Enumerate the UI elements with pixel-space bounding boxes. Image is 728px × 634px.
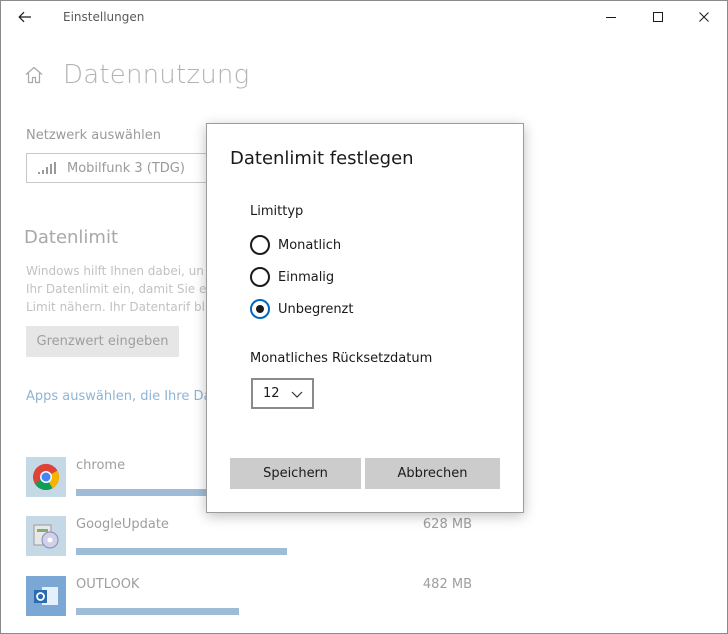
app-title: Einstellungen — [63, 10, 145, 24]
minimize-button[interactable] — [588, 1, 634, 33]
outlook-icon — [34, 587, 58, 605]
description-line: Windows hilft Ihnen dabei, un — [26, 264, 204, 278]
maximize-icon — [653, 12, 663, 22]
page-title: Datennutzung — [63, 60, 250, 90]
app-row-googleupdate[interactable]: GoogleUpdate 628 MB — [26, 516, 486, 566]
arrow-left-icon — [18, 11, 31, 23]
app-icon-tile — [26, 457, 66, 497]
set-data-limit-dialog: Datenlimit festlegen Limittyp Monatlich … — [206, 123, 524, 513]
radio-onetime[interactable]: Einmalig — [250, 266, 334, 288]
app-name: chrome — [76, 458, 126, 473]
back-button[interactable] — [9, 5, 41, 29]
signal-bars-icon — [38, 162, 56, 174]
maximize-button[interactable] — [635, 1, 681, 33]
dialog-title: Datenlimit festlegen — [230, 148, 414, 169]
app-row-outlook[interactable]: OUTLOOK 482 MB — [26, 576, 486, 626]
cancel-button[interactable]: Abbrechen — [365, 458, 500, 489]
reset-date-label: Monatliches Rücksetzdatum — [250, 351, 433, 366]
select-apps-link[interactable]: Apps auswählen, die Ihre Dat — [26, 389, 209, 404]
save-button[interactable]: Speichern — [230, 458, 361, 489]
radio-label: Einmalig — [278, 269, 335, 285]
chevron-down-icon — [291, 391, 303, 398]
enter-limit-button[interactable]: Grenzwert eingeben — [26, 326, 179, 357]
close-icon — [699, 12, 709, 22]
close-button[interactable] — [681, 1, 727, 33]
network-select[interactable]: Mobilfunk 3 (TDG) — [26, 153, 216, 183]
network-label: Netzwerk auswählen — [26, 128, 161, 143]
title-bar: Einstellungen — [1, 1, 727, 33]
app-name: GoogleUpdate — [76, 517, 169, 532]
radio-label: Unbegrenzt — [278, 301, 354, 317]
network-select-value: Mobilfunk 3 (TDG) — [67, 160, 185, 176]
radio-circle[interactable] — [250, 299, 270, 319]
home-icon[interactable] — [23, 64, 45, 86]
radio-circle[interactable] — [250, 235, 270, 255]
minimize-icon — [606, 17, 616, 18]
app-name: OUTLOOK — [76, 577, 140, 592]
reset-day-select[interactable]: 12 — [251, 378, 314, 409]
settings-window: Einstellungen Datennutzung Netzwerk ausw… — [0, 0, 728, 634]
limit-type-label: Limittyp — [250, 204, 304, 219]
usage-bar — [76, 548, 287, 555]
google-update-icon — [33, 524, 59, 549]
app-size: 628 MB — [422, 517, 472, 532]
data-limit-heading: Datenlimit — [24, 227, 119, 248]
chrome-icon — [33, 463, 60, 491]
page-header: Datennutzung — [23, 59, 249, 91]
usage-bar — [76, 608, 239, 615]
reset-day-value: 12 — [263, 386, 280, 401]
radio-monthly[interactable]: Monatlich — [250, 234, 341, 256]
radio-circle[interactable] — [250, 267, 270, 287]
description-line: Limit nähern. Ihr Datentarif bl — [26, 300, 205, 314]
app-size: 482 MB — [422, 577, 472, 592]
app-icon-tile — [26, 516, 66, 556]
radio-unlimited[interactable]: Unbegrenzt — [250, 298, 353, 320]
app-icon-tile — [26, 576, 66, 616]
description-line: Ihr Datenlimit ein, damit Sie e — [26, 282, 207, 296]
radio-label: Monatlich — [278, 237, 342, 253]
data-limit-description: Windows hilft Ihnen dabei, un Ihr Datenl… — [26, 262, 211, 316]
